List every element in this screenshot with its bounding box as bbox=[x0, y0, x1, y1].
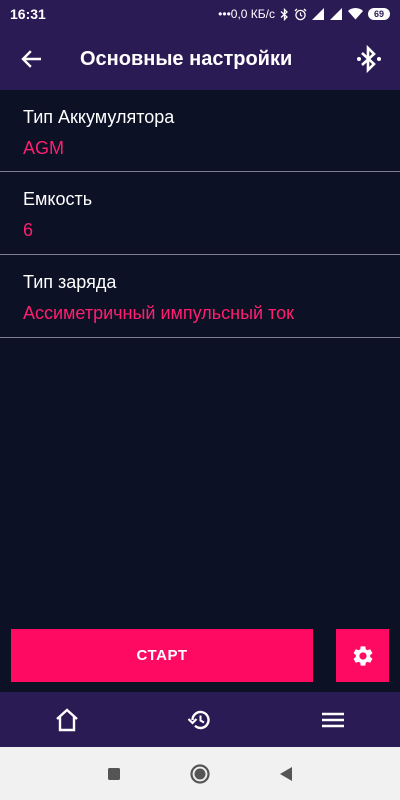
settings-button[interactable] bbox=[336, 629, 389, 682]
signal-icon-2 bbox=[330, 8, 343, 20]
menu-icon bbox=[322, 712, 345, 727]
wifi-icon bbox=[348, 8, 363, 20]
bluetooth-searching-icon bbox=[357, 44, 381, 74]
battery-icon: 69 bbox=[368, 8, 390, 20]
network-speed-text: •••0,0 КБ/с bbox=[218, 7, 275, 21]
setting-label: Тип Аккумулятора bbox=[23, 107, 175, 127]
page-title: Основные настройки bbox=[80, 47, 293, 70]
nav-menu[interactable] bbox=[303, 692, 363, 747]
home-system-button[interactable] bbox=[188, 762, 212, 786]
bluetooth-status-icon bbox=[280, 7, 289, 21]
status-icons: •••0,0 КБ/с 69 bbox=[218, 7, 390, 21]
signal-icon-1 bbox=[312, 8, 325, 20]
setting-charge-type[interactable]: Тип заряда Ассиметричный импульсный ток bbox=[0, 255, 400, 338]
setting-value: Ассиметричный импульсный ток bbox=[23, 303, 294, 323]
settings-list: Тип Аккумулятора AGM Емкость 6 Тип заряд… bbox=[0, 90, 400, 338]
start-button[interactable]: СТАРТ bbox=[11, 629, 313, 682]
triangle-back-icon bbox=[280, 766, 292, 781]
setting-value: 6 bbox=[23, 220, 34, 240]
history-icon bbox=[187, 710, 210, 729]
back-button[interactable] bbox=[0, 28, 62, 90]
alarm-icon bbox=[294, 8, 307, 21]
recent-apps-button[interactable] bbox=[102, 762, 126, 786]
nav-home[interactable] bbox=[37, 692, 97, 747]
back-system-button[interactable] bbox=[274, 762, 298, 786]
status-bar: 16:31 •••0,0 КБ/с 69 bbox=[0, 0, 400, 28]
circle-icon bbox=[190, 763, 210, 784]
setting-capacity[interactable]: Емкость 6 bbox=[0, 172, 400, 255]
status-time: 16:31 bbox=[10, 6, 46, 22]
app-bar: Основные настройки bbox=[0, 28, 400, 90]
setting-value: AGM bbox=[23, 138, 65, 158]
bluetooth-button[interactable] bbox=[338, 28, 400, 90]
setting-battery-type[interactable]: Тип Аккумулятора AGM bbox=[0, 90, 400, 172]
nav-history[interactable] bbox=[170, 692, 230, 747]
square-icon bbox=[108, 767, 120, 780]
setting-label: Емкость bbox=[23, 189, 93, 209]
gear-icon bbox=[353, 645, 372, 666]
system-navigation-bar bbox=[0, 747, 400, 800]
arrow-back-icon bbox=[21, 50, 41, 68]
setting-label: Тип заряда bbox=[23, 272, 117, 292]
bottom-navigation bbox=[0, 692, 400, 747]
home-icon bbox=[55, 707, 78, 731]
app-screen: 16:31 •••0,0 КБ/с 69 Основные настройки … bbox=[0, 0, 400, 800]
